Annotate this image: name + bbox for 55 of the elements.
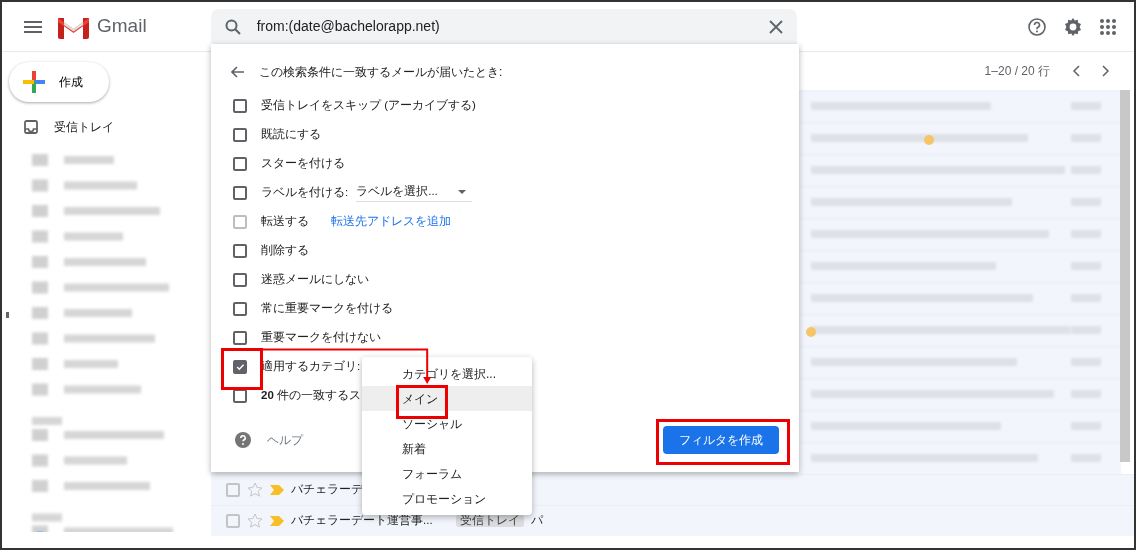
back-arrow-icon[interactable] (231, 66, 245, 78)
checkbox[interactable] (226, 514, 240, 528)
pagination-text: 1–20 / 20 行 (984, 63, 1050, 80)
inbox-icon (24, 120, 38, 134)
help-icon[interactable] (1028, 17, 1046, 36)
apps-icon[interactable] (1100, 18, 1116, 35)
label-select[interactable]: ラベルを選択... (356, 183, 472, 202)
checkbox[interactable] (233, 98, 247, 113)
checkbox[interactable] (233, 185, 247, 200)
option-label: 適用するカテゴリ: (261, 358, 361, 374)
caret-icon (457, 190, 466, 194)
help-link[interactable]: ヘルプ (267, 431, 303, 449)
create-filter-button[interactable]: フィルタを作成 (663, 426, 779, 454)
plus-icon (23, 71, 45, 93)
settings-icon[interactable] (1064, 17, 1082, 36)
star-icon[interactable] (247, 513, 263, 529)
checkbox[interactable] (233, 156, 247, 171)
importance-marker-icon[interactable] (270, 485, 284, 495)
sender-name: バチェラーデート運営事... (291, 515, 433, 527)
option-label: 削除する (261, 242, 309, 258)
mail-snippet: パ (530, 515, 543, 527)
checkbox[interactable] (233, 359, 247, 374)
importance-marker-icon[interactable] (270, 516, 284, 526)
menu-item[interactable]: ソーシャル (362, 411, 532, 436)
checkbox[interactable] (233, 301, 247, 316)
option-label: 転送する (261, 213, 309, 229)
checkbox[interactable] (233, 127, 247, 142)
checkbox[interactable] (233, 272, 247, 287)
menu-icon[interactable] (24, 20, 42, 33)
option-label: 既読にする (261, 126, 321, 142)
star-icon[interactable] (247, 482, 263, 498)
option-label: 受信トレイをスキップ (アーカイブする) (261, 97, 476, 113)
chevron-left-icon[interactable] (1072, 65, 1080, 77)
panel-title: この検索条件に一致するメールが届いたとき: (259, 64, 503, 81)
sidebar-item[interactable]: 受信トレイ (2, 112, 211, 142)
checkbox[interactable] (226, 483, 240, 497)
search-field[interactable]: from:(date@bachelorapp.net) (210, 8, 797, 45)
option-label: スターを付ける (261, 155, 345, 171)
sender-name: バチェラーデ (291, 484, 363, 496)
checkbox[interactable] (233, 330, 247, 345)
option-label: ラベルを付ける: (261, 184, 349, 200)
checkbox[interactable] (233, 243, 247, 258)
chevron-right-icon[interactable] (1102, 65, 1110, 77)
app-name: Gmail (97, 14, 147, 39)
option-label: 常に重要マークを付ける (261, 300, 393, 316)
search-icon (224, 18, 241, 35)
menu-item[interactable]: 新着 (362, 436, 532, 461)
close-icon[interactable] (768, 19, 783, 34)
help-icon[interactable] (235, 432, 251, 448)
checkbox[interactable] (233, 388, 247, 403)
option-label: 重要マークを付けない (261, 329, 381, 346)
compose-button[interactable]: 作成 (9, 62, 109, 102)
option-label: 20 件の一致するス (261, 387, 361, 403)
menu-item[interactable]: メイン (362, 386, 532, 411)
option-label: 迷惑メールにしない (261, 271, 369, 288)
